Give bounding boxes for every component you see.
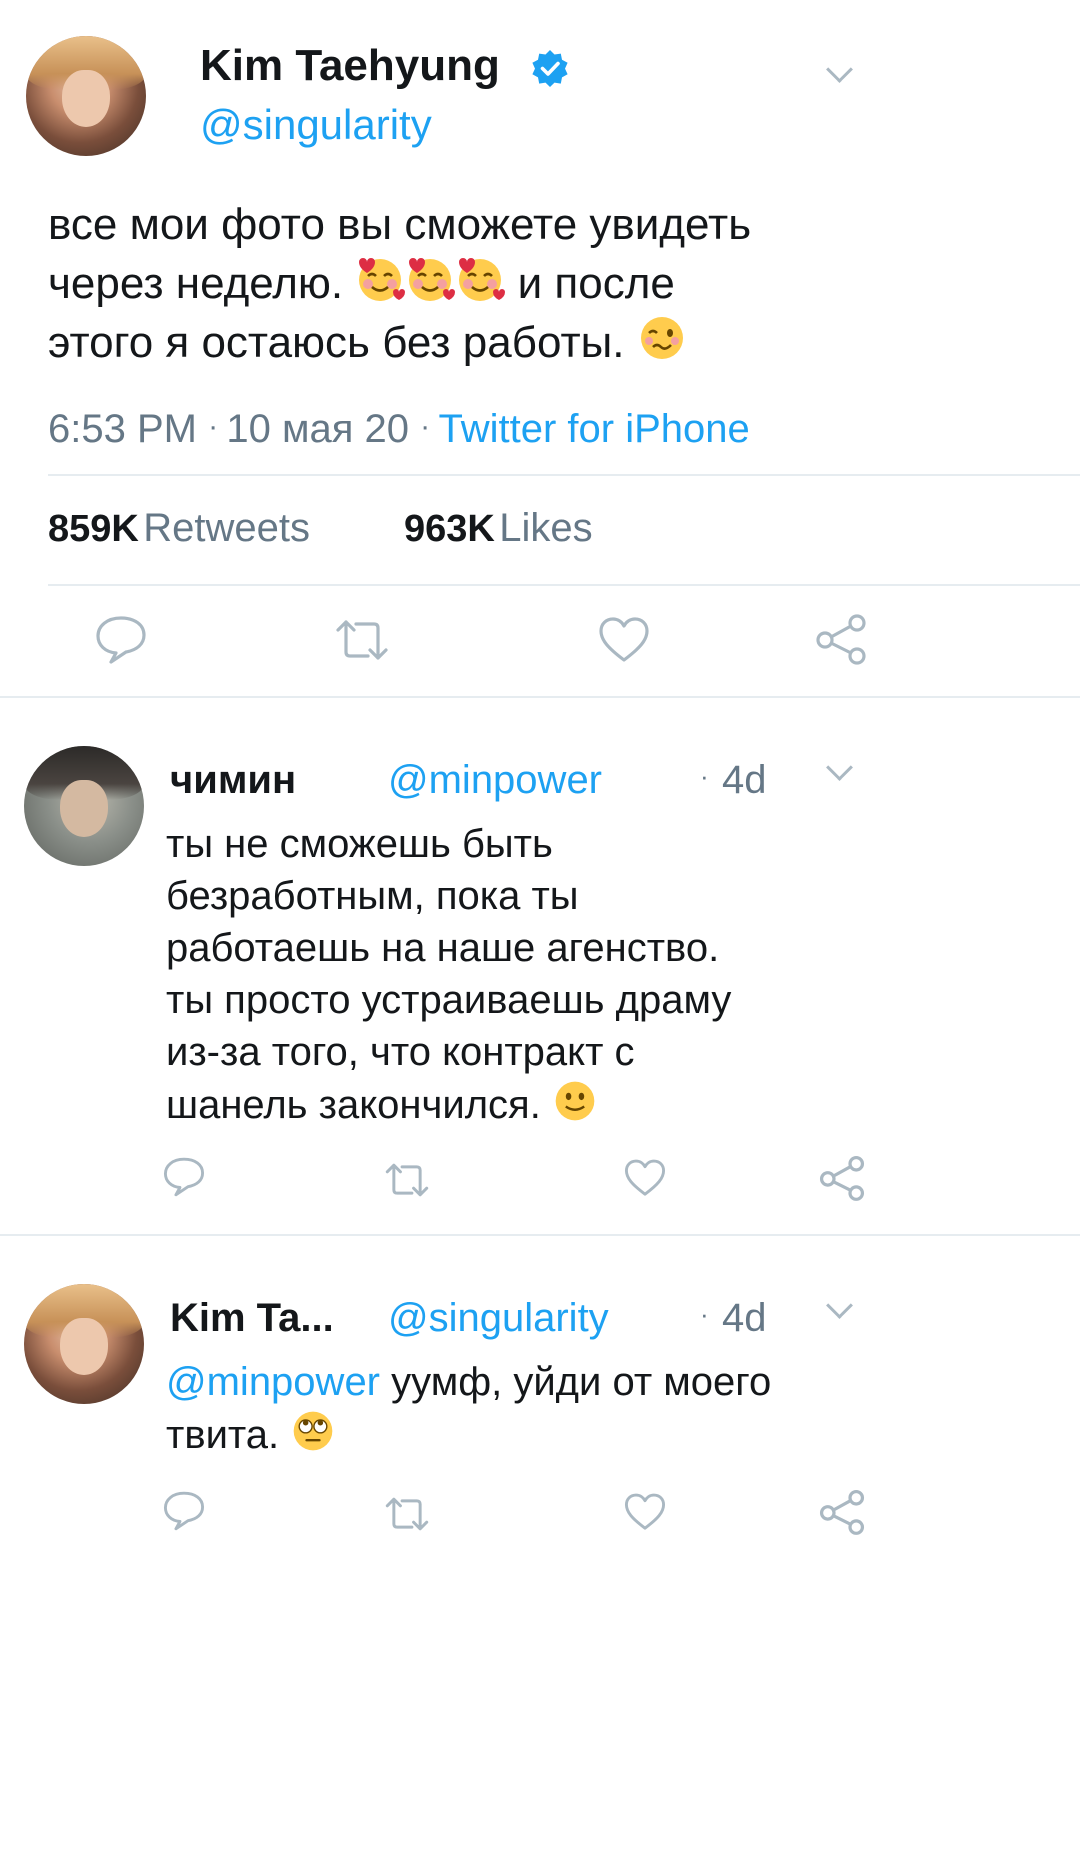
reply-avatar[interactable] [24,1284,144,1404]
retweets-stat[interactable]: 859K Retweets [48,502,310,563]
likes-stat[interactable]: 963K Likes [404,502,593,563]
retweet-icon[interactable] [334,616,390,664]
share-icon[interactable] [818,1154,866,1202]
tweet-meta: 6:53 PM · 10 мая 20 · Twitter for iPhone [48,407,750,451]
share-icon[interactable] [814,612,868,666]
tweet-text-line: через неделю. и после [48,254,1048,313]
reply-author-name[interactable]: чимин [170,752,296,808]
face-with-rolling-eyes-icon [290,1408,336,1461]
likes-label: Likes [499,506,593,550]
mention-link[interactable]: @minpower [166,1360,380,1404]
like-icon[interactable] [598,616,650,664]
smiling-face-with-hearts-icon [355,254,506,313]
divider [48,584,1080,586]
tweet-time: 6:53 PM [48,407,197,451]
tweet-text: все мои фото вы сможете увидеть через не… [48,196,1048,372]
reply-text-line: ты не сможешь быть [166,822,553,866]
like-icon[interactable] [624,1492,666,1532]
reply-icon[interactable] [162,1490,206,1532]
slightly-smiling-face-icon [552,1078,598,1131]
like-icon[interactable] [624,1158,666,1198]
divider [0,1234,1080,1236]
tweet-text-line: этого я остаюсь без работы. [48,313,1048,372]
reply-text-line: @minpower уумф, уйди от моего [166,1360,772,1404]
reply-text: @minpower уумф, уйди от моего твита. [166,1356,1046,1461]
divider [0,696,1080,698]
retweets-count: 859K [48,508,139,550]
woozy-face-icon [637,313,687,372]
reply-header: чимин @minpower · 4d [170,752,1030,812]
reply-age: 4d [722,758,767,802]
reply-text-line: работаешь на наше агенство. [166,926,720,970]
reply-text-line: безработным, пока ты [166,874,579,918]
reply-text-line: ты просто устраиваешь драму [166,978,732,1022]
reply-handle[interactable]: @minpower [388,752,602,808]
chevron-down-icon[interactable] [826,56,853,83]
author-name-text: Kim Taehyung [200,41,500,90]
verified-badge-icon [530,48,570,88]
reply-handle[interactable]: @singularity [388,1290,609,1346]
author-avatar[interactable] [26,36,146,156]
reply-author-name[interactable]: Kim Ta... [170,1290,334,1346]
share-icon[interactable] [818,1488,866,1536]
retweets-label: Retweets [143,506,311,550]
reply-text: ты не сможешь быть безработным, пока ты … [166,818,1046,1131]
reply-icon[interactable] [94,614,148,666]
tweet-date: 10 мая 20 [226,407,410,451]
reply-avatar[interactable] [24,746,144,866]
reply-text-line: шанель закончился. [166,1078,1046,1131]
reply-text-line: из-за того, что контракт с [166,1030,635,1074]
reply-header: Kim Ta... @singularity · 4d [170,1290,1030,1350]
reply-icon[interactable] [162,1156,206,1198]
retweet-icon[interactable] [384,1160,430,1200]
tweet-source-link[interactable]: Twitter for iPhone [439,407,750,451]
reply-age: 4d [722,1296,767,1340]
reply-text-line: твита. [166,1408,1046,1461]
author-name[interactable]: Kim Taehyung [200,40,500,92]
author-handle[interactable]: @singularity [200,100,432,150]
tweet-text-line: все мои фото вы сможете увидеть [48,200,752,249]
retweet-icon[interactable] [384,1494,430,1534]
likes-count: 963K [404,508,495,550]
divider [48,474,1080,476]
